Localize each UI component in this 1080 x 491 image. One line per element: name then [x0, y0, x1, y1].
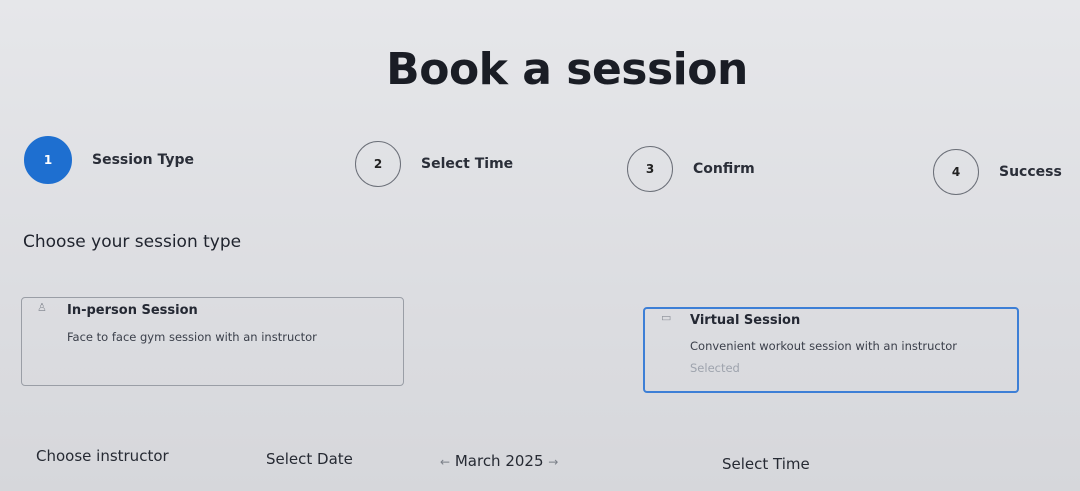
step-confirm[interactable]: 3 Confirm — [627, 146, 755, 192]
session-option-in-person[interactable]: ♙ In-person Session Face to face gym ses… — [21, 297, 404, 386]
step-number-badge: 4 — [933, 149, 979, 195]
option-description: Convenient workout session with an instr… — [690, 339, 958, 353]
session-option-virtual[interactable]: ▭ Virtual Session Convenient workout ses… — [643, 307, 1019, 393]
step-session-type[interactable]: 1 Session Type — [24, 136, 194, 184]
page-title: Book a session — [386, 44, 748, 95]
step-success[interactable]: 4 Success — [933, 149, 1062, 195]
step-label: Confirm — [693, 161, 755, 177]
month-navigator: ← March 2025 → — [440, 452, 558, 470]
option-name: Virtual Session — [690, 313, 801, 328]
selected-status: Selected — [690, 361, 740, 375]
step-label: Select Time — [421, 156, 514, 172]
person-icon: ♙ — [37, 302, 47, 314]
step-label: Session Type — [92, 152, 195, 168]
step-label: Success — [999, 164, 1062, 180]
select-date-label: Select Date — [266, 450, 353, 468]
section-title: Choose your session type — [23, 232, 242, 252]
step-number-badge: 2 — [355, 141, 401, 187]
step-select-time[interactable]: 2 Select Time — [355, 141, 513, 187]
next-month-arrow-icon[interactable]: → — [548, 455, 558, 469]
select-time-label: Select Time — [722, 455, 810, 473]
previous-month-arrow-icon[interactable]: ← — [440, 455, 450, 469]
option-description: Face to face gym session with an instruc… — [67, 330, 317, 344]
step-number-badge: 3 — [627, 146, 673, 192]
month-label: March 2025 — [454, 452, 544, 470]
choose-instructor-label: Choose instructor — [36, 447, 169, 465]
option-name: In-person Session — [67, 303, 198, 318]
step-number-badge: 1 — [24, 136, 72, 184]
video-icon: ▭ — [661, 312, 672, 324]
